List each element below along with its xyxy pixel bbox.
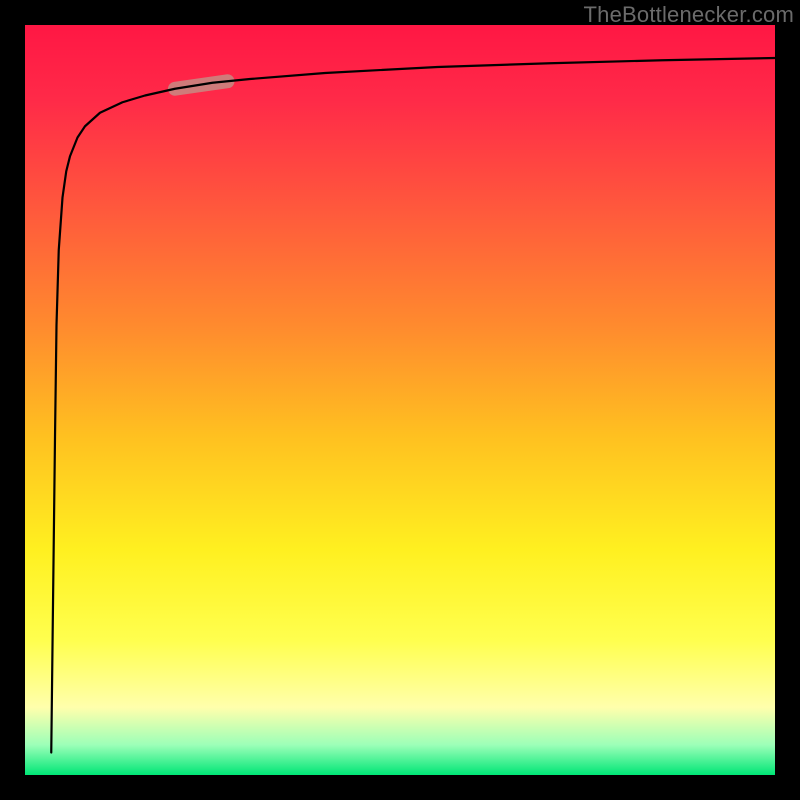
chart-frame: TheBottlenecker.com [0, 0, 800, 800]
curve-svg [25, 25, 775, 775]
main-curve [51, 58, 775, 753]
plot-area [25, 25, 775, 775]
